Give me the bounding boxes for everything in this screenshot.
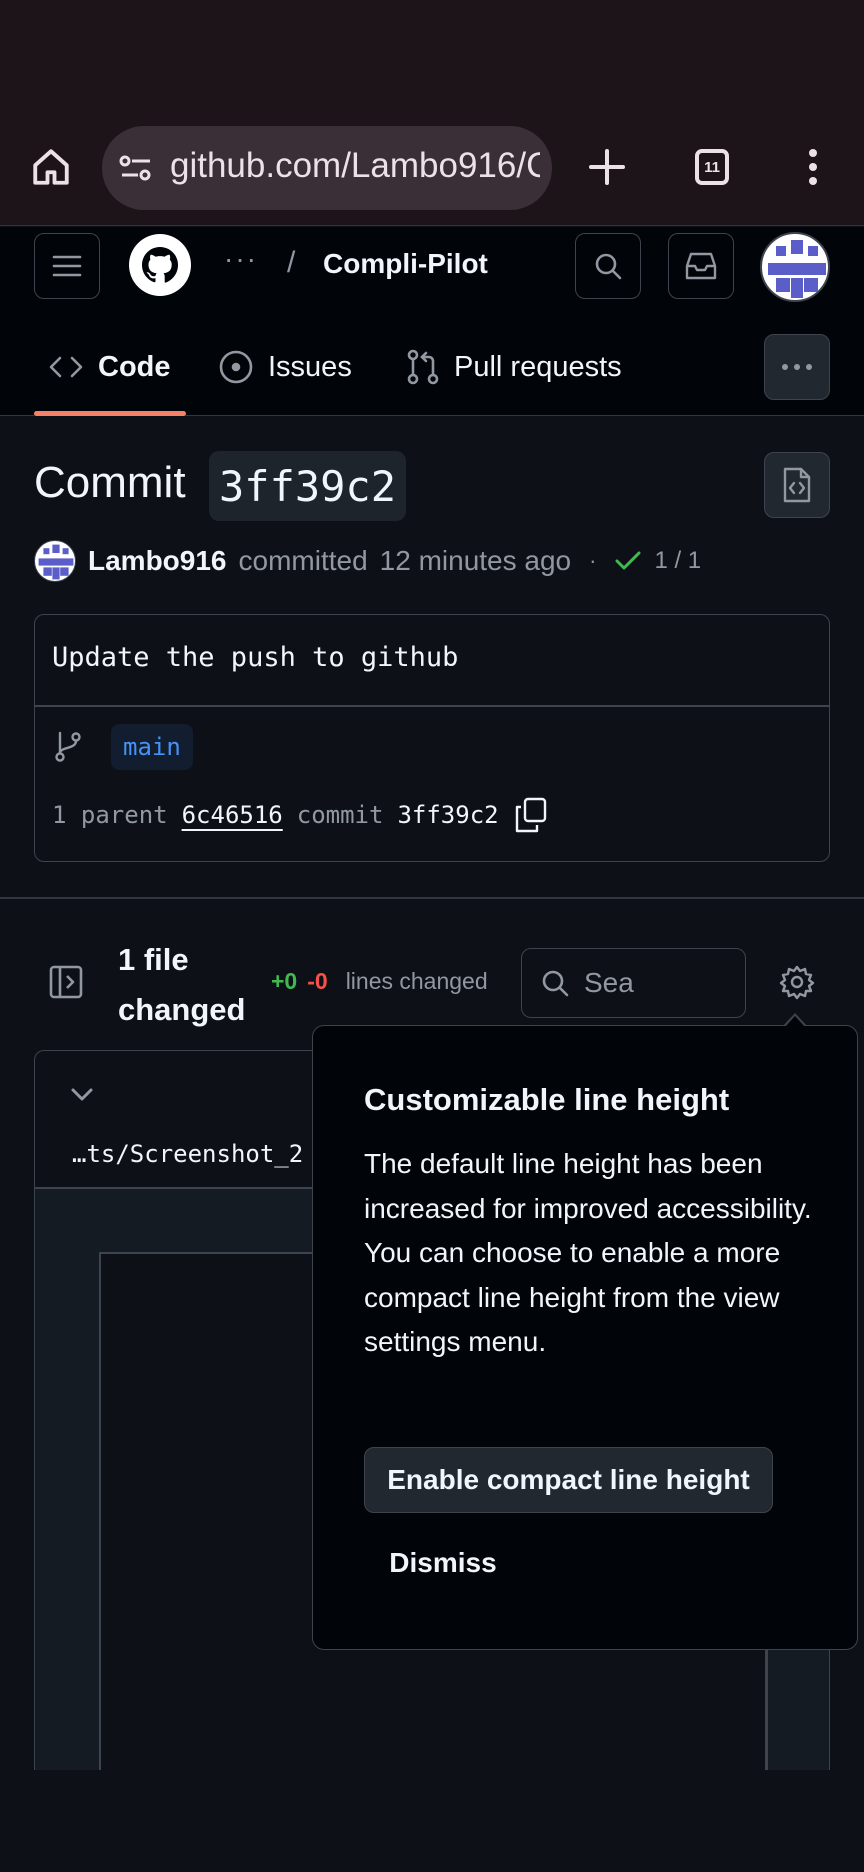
user-avatar[interactable] [760, 232, 830, 302]
popover-caret-inner [785, 1016, 805, 1027]
file-search-input[interactable]: Sea [521, 948, 746, 1018]
commit-sha-badge: 3ff39c2 [209, 451, 407, 521]
tab-switcher-button[interactable]: 11 [695, 149, 729, 185]
more-tabs-button[interactable] [764, 334, 830, 400]
site-settings-icon[interactable] [118, 153, 154, 183]
browse-files-button[interactable] [764, 452, 830, 518]
file-path[interactable]: …ts/Screenshot_2 [72, 1140, 303, 1168]
home-icon[interactable] [30, 146, 72, 188]
tab-issues[interactable]: Issues [218, 342, 352, 392]
chevron-down-icon[interactable] [68, 1085, 96, 1105]
inbox-icon [685, 252, 717, 280]
commit-title: Commit [34, 458, 186, 507]
diffstat: +0 -0 lines changed [271, 968, 488, 995]
tab-pull-requests-label: Pull requests [454, 350, 622, 383]
code-icon [49, 356, 83, 378]
search-button[interactable] [575, 233, 641, 299]
tab-pull-requests[interactable]: Pull requests [406, 342, 622, 392]
file-search-placeholder: Sea [584, 967, 634, 998]
active-tab-indicator [34, 411, 186, 416]
sidebar-expand-icon [49, 965, 83, 999]
new-tab-icon[interactable] [588, 148, 626, 186]
files-changed-title: 1 file changed [118, 942, 246, 1027]
checks-status[interactable]: 1 / 1 [654, 547, 701, 575]
commit-sha: 3ff39c2 [397, 801, 499, 829]
breadcrumb-separator: / [287, 246, 296, 279]
check-icon [615, 551, 641, 570]
copy-icon[interactable] [513, 797, 547, 833]
lines-changed-label: lines changed [345, 968, 488, 994]
commit-message: Update the push to github [52, 642, 459, 673]
tab-issues-label: Issues [268, 350, 352, 383]
author-separator: · [589, 548, 597, 573]
file-code-icon [783, 467, 811, 503]
commit-label: commit [296, 801, 384, 829]
parent-label: 1 parent [52, 801, 168, 829]
section-divider [0, 897, 864, 899]
url-text[interactable]: github.com/Lambo916/C [170, 146, 540, 186]
pull-request-icon [407, 349, 439, 385]
enable-compact-line-height-button[interactable]: Enable compact line height [364, 1447, 773, 1513]
search-icon [542, 970, 569, 997]
commit-time: 12 minutes ago [379, 545, 572, 576]
gear-icon [779, 965, 815, 1000]
commit-author-line: Lambo916 committed 12 minutes ago · 1 / … [34, 540, 701, 582]
deletions-count: -0 [307, 968, 328, 994]
divider [35, 705, 829, 707]
search-icon [595, 253, 622, 280]
breadcrumb-overflow[interactable]: ··· [224, 243, 258, 275]
popover-title: Customizable line height [364, 1082, 730, 1117]
kebab-horizontal-icon [782, 364, 812, 370]
git-branch-icon [54, 729, 82, 763]
dismiss-button[interactable]: Dismiss [364, 1530, 522, 1596]
status-bar [0, 0, 864, 110]
browser-menu-icon[interactable] [806, 148, 820, 186]
github-logo-icon[interactable] [128, 233, 192, 297]
parent-line: 1 parent 6c46516 commit 3ff39c2 [52, 797, 547, 833]
file-tree-toggle-button[interactable] [48, 964, 84, 1000]
parent-sha-link[interactable]: 6c46516 [182, 801, 283, 829]
tab-count: 11 [704, 158, 720, 176]
author-name-link[interactable]: Lambo916 [88, 545, 227, 577]
issue-icon [219, 350, 253, 384]
inbox-button[interactable] [668, 233, 734, 299]
tab-code-label: Code [98, 350, 171, 383]
additions-count: +0 [271, 968, 298, 994]
repo-name-link[interactable]: Compli-Pilot [323, 248, 488, 280]
hamburger-menu-button[interactable] [34, 233, 100, 299]
author-avatar[interactable] [34, 540, 76, 582]
tab-code[interactable]: Code [48, 342, 171, 392]
branch-label[interactable]: main [111, 724, 193, 770]
commit-action: committed [238, 545, 368, 576]
settings-gear-button[interactable] [779, 964, 815, 1000]
popover-body: The default line height has been increas… [364, 1148, 812, 1358]
